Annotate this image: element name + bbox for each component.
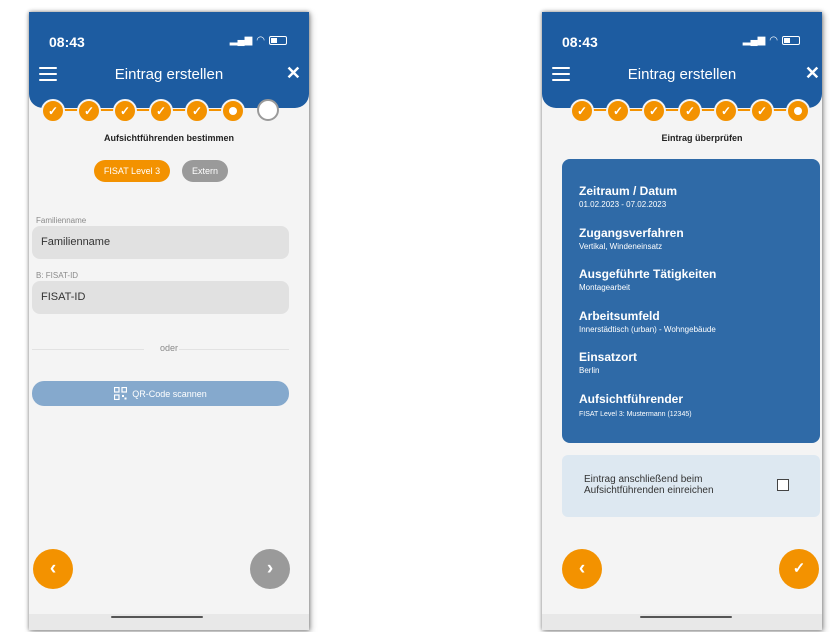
step-5-check-icon: ✓ bbox=[714, 99, 738, 123]
progress-stepper: ✓ ✓ ✓ ✓ ✓ bbox=[29, 96, 309, 124]
back-button[interactable]: ‹ bbox=[33, 549, 73, 589]
submit-text-line-2: Aufsichtführenden einreichen bbox=[584, 485, 714, 496]
step-7-pending bbox=[257, 99, 279, 121]
step-4-check-icon: ✓ bbox=[678, 99, 702, 123]
step-3-check-icon: ✓ bbox=[642, 99, 666, 123]
chevron-left-icon: ‹ bbox=[49, 558, 57, 579]
step-1-check-icon: ✓ bbox=[570, 99, 594, 123]
step-2-check-icon: ✓ bbox=[77, 99, 101, 123]
qr-scan-label: QR-Code scannen bbox=[132, 388, 207, 399]
status-time: 08:43 bbox=[49, 34, 85, 50]
confirm-button[interactable]: ✓ bbox=[779, 549, 819, 589]
summary-heading: Zeitraum / Datum bbox=[579, 184, 678, 198]
close-icon[interactable]: ✕ bbox=[805, 63, 820, 84]
qr-scan-button[interactable]: QR-Code scannen bbox=[32, 381, 289, 406]
qr-code-icon bbox=[114, 387, 128, 400]
status-icons: ▂▄▆ ◠ bbox=[230, 35, 287, 46]
next-button[interactable]: › bbox=[250, 549, 290, 589]
checkmark-icon: ✓ bbox=[792, 560, 806, 577]
battery-icon bbox=[269, 36, 287, 45]
summary-card: Zeitraum / Datum 01.02.2023 - 07.02.2023… bbox=[562, 159, 820, 443]
summary-value: Montagearbeit bbox=[579, 283, 631, 292]
step-title: Aufsichtführenden bestimmen bbox=[103, 133, 234, 143]
last-name-label: Familienname bbox=[36, 216, 87, 225]
step-4-check-icon: ✓ bbox=[149, 99, 173, 123]
app-header: 08:43 ▂▄▆ ◠ Eintrag erstellen ✕ bbox=[29, 12, 309, 108]
status-icons: ▂▄▆ ◠ bbox=[743, 35, 800, 46]
wifi-icon: ◠ bbox=[256, 35, 265, 46]
close-icon[interactable]: ✕ bbox=[286, 63, 301, 84]
step-1-check-icon: ✓ bbox=[41, 99, 65, 123]
step-5-check-icon: ✓ bbox=[185, 99, 209, 123]
step-7-current bbox=[786, 99, 810, 123]
home-indicator bbox=[640, 616, 732, 618]
submit-option[interactable]: Eintrag anschließend beim Aufsichtführen… bbox=[562, 455, 820, 517]
summary-value: Berlin bbox=[579, 366, 600, 375]
wifi-icon: ◠ bbox=[769, 35, 778, 46]
fisat-id-label: B: FISAT-ID bbox=[36, 271, 79, 280]
fisat-id-field[interactable]: FISAT-ID bbox=[32, 281, 289, 314]
summary-value: Vertikal, Windeneinsatz bbox=[579, 242, 663, 251]
header-title: Eintrag erstellen bbox=[114, 66, 224, 83]
summary-value: FISAT Level 3: Mustermann (12345) bbox=[579, 411, 692, 418]
summary-heading: Aufsichtführender bbox=[579, 392, 684, 406]
or-separator: oder bbox=[159, 343, 178, 353]
submit-text-line-1: Eintrag anschließend beim bbox=[584, 474, 703, 485]
chevron-right-icon: › bbox=[266, 558, 274, 579]
summary-heading: Ausgeführte Tätigkeiten bbox=[579, 267, 717, 281]
step-6-check-icon: ✓ bbox=[750, 99, 774, 123]
battery-icon bbox=[782, 36, 800, 45]
progress-stepper: ✓ ✓ ✓ ✓ ✓ ✓ bbox=[542, 96, 822, 124]
fisat-level-button[interactable]: FISAT Level 3 bbox=[94, 160, 170, 182]
phone-screen-left: 08:43 ▂▄▆ ◠ Eintrag erstellen ✕ ✓ ✓ ✓ ✓ … bbox=[29, 12, 309, 630]
submit-checkbox[interactable] bbox=[777, 479, 789, 491]
summary-heading: Einsatzort bbox=[579, 350, 638, 364]
home-indicator bbox=[111, 616, 203, 618]
app-header: 08:43 ▂▄▆ ◠ Eintrag erstellen ✕ bbox=[542, 12, 822, 108]
submit-option-label: Eintrag anschließend beim Aufsichtführen… bbox=[584, 474, 714, 496]
status-time: 08:43 bbox=[562, 34, 598, 50]
signal-icon: ▂▄▆ bbox=[742, 35, 766, 46]
last-name-field[interactable]: Familienname bbox=[32, 226, 289, 259]
step-6-current bbox=[221, 99, 245, 123]
step-title: Eintrag überprüfen bbox=[661, 133, 743, 143]
back-button[interactable]: ‹ bbox=[562, 549, 602, 589]
signal-icon: ▂▄▆ bbox=[229, 35, 253, 46]
chevron-left-icon: ‹ bbox=[578, 558, 586, 579]
phone-screen-right: 08:43 ▂▄▆ ◠ Eintrag erstellen ✕ ✓ ✓ ✓ ✓ … bbox=[542, 12, 822, 630]
summary-value: 01.02.2023 - 07.02.2023 bbox=[579, 200, 667, 209]
extern-button[interactable]: Extern bbox=[182, 160, 228, 182]
summary-value: Innerstädtisch (urban) - Wohngebäude bbox=[579, 325, 716, 334]
summary-heading: Zugangsverfahren bbox=[579, 226, 684, 240]
summary-heading: Arbeitsumfeld bbox=[579, 309, 660, 323]
step-2-check-icon: ✓ bbox=[606, 99, 630, 123]
header-title: Eintrag erstellen bbox=[627, 66, 737, 83]
step-3-check-icon: ✓ bbox=[113, 99, 137, 123]
